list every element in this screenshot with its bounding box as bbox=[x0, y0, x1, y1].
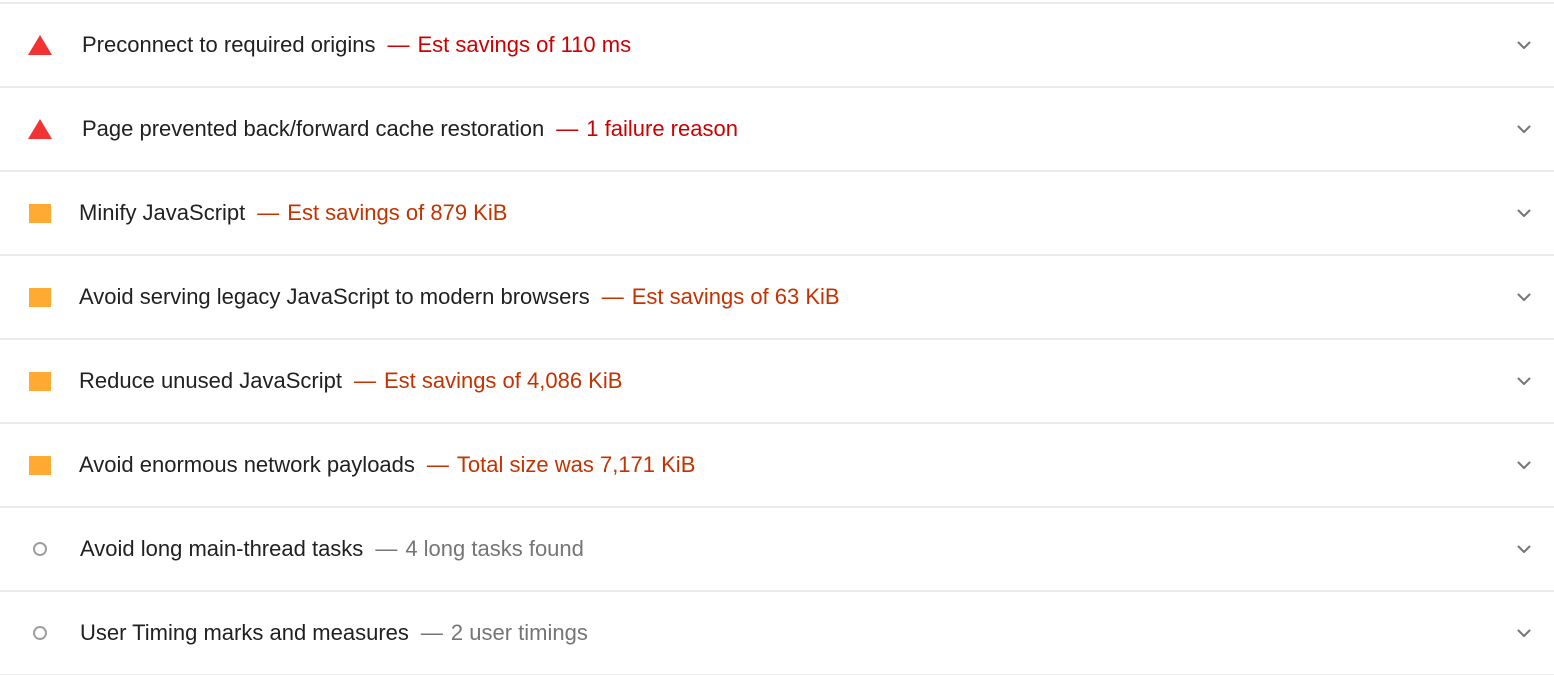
audit-row-minify-js[interactable]: Minify JavaScript — Est savings of 879 KiB bbox=[0, 172, 1554, 256]
audit-row-network-payloads[interactable]: Avoid enormous network payloads — Total si… bbox=[0, 424, 1554, 508]
audit-title-wrap: Page prevented back/forward cache restor… bbox=[82, 114, 738, 144]
chevron-down-icon[interactable] bbox=[1516, 625, 1532, 641]
audit-display-value: 1 failure reason bbox=[586, 116, 738, 141]
audit-title: Preconnect to required origins bbox=[82, 32, 376, 57]
chevron-down-icon[interactable] bbox=[1516, 457, 1532, 473]
audit-separator: — bbox=[601, 284, 624, 309]
audit-separator: — bbox=[353, 368, 376, 393]
average-square-icon bbox=[28, 201, 52, 225]
audit-title-wrap: Avoid serving legacy JavaScript to moder… bbox=[79, 282, 840, 312]
chevron-down-icon[interactable] bbox=[1516, 37, 1532, 53]
chevron-down-icon[interactable] bbox=[1516, 289, 1532, 305]
audit-display-value: 4 long tasks found bbox=[405, 536, 584, 561]
audit-row-legacy-js[interactable]: Avoid serving legacy JavaScript to moder… bbox=[0, 256, 1554, 340]
average-square-icon bbox=[28, 285, 52, 309]
audit-title: Avoid enormous network payloads bbox=[79, 452, 415, 477]
audit-list: Preconnect to required origins — Est savin… bbox=[0, 0, 1554, 675]
audit-separator: — bbox=[257, 200, 280, 225]
chevron-down-icon[interactable] bbox=[1516, 121, 1532, 137]
audit-row-long-tasks[interactable]: Avoid long main-thread tasks — 4 long task… bbox=[0, 508, 1554, 592]
audit-title-wrap: Avoid enormous network payloads — Total si… bbox=[79, 450, 695, 480]
audit-title: User Timing marks and measures bbox=[80, 620, 409, 645]
audit-separator: — bbox=[420, 620, 443, 645]
informative-circle-icon bbox=[28, 537, 52, 561]
fail-triangle-icon bbox=[28, 117, 52, 141]
audit-title-wrap: Minify JavaScript — Est savings of 879 KiB bbox=[79, 198, 507, 228]
audit-title: Avoid long main-thread tasks bbox=[80, 536, 364, 561]
audit-row-bfcache[interactable]: Page prevented back/forward cache restor… bbox=[0, 88, 1554, 172]
audit-separator: — bbox=[556, 116, 579, 141]
audit-row-preconnect[interactable]: Preconnect to required origins — Est savin… bbox=[0, 4, 1554, 88]
audit-display-value: Total size was 7,171 KiB bbox=[456, 452, 696, 477]
audit-display-value: Est savings of 63 KiB bbox=[631, 284, 840, 309]
audit-display-value: 2 user timings bbox=[450, 620, 588, 645]
audit-title-wrap: Avoid long main-thread tasks — 4 long task… bbox=[80, 534, 584, 564]
audit-display-value: Est savings of 4,086 KiB bbox=[383, 368, 623, 393]
audit-separator: — bbox=[387, 32, 410, 57]
audit-title-wrap: Preconnect to required origins — Est savin… bbox=[82, 30, 631, 60]
audit-separator: — bbox=[426, 452, 449, 477]
audit-title-wrap: Reduce unused JavaScript — Est savings of … bbox=[79, 366, 622, 396]
audit-title: Avoid serving legacy JavaScript to moder… bbox=[79, 284, 590, 309]
audit-display-value: Est savings of 110 ms bbox=[417, 32, 632, 57]
audit-title: Reduce unused JavaScript bbox=[79, 368, 342, 393]
audit-title-wrap: User Timing marks and measures — 2 user ti… bbox=[80, 618, 588, 648]
chevron-down-icon[interactable] bbox=[1516, 373, 1532, 389]
fail-triangle-icon bbox=[28, 33, 52, 57]
average-square-icon bbox=[28, 369, 52, 393]
audit-row-unused-js[interactable]: Reduce unused JavaScript — Est savings of … bbox=[0, 340, 1554, 424]
chevron-down-icon[interactable] bbox=[1516, 205, 1532, 221]
chevron-down-icon[interactable] bbox=[1516, 541, 1532, 557]
informative-circle-icon bbox=[28, 621, 52, 645]
audit-display-value: Est savings of 879 KiB bbox=[287, 200, 508, 225]
audit-row-user-timings[interactable]: User Timing marks and measures — 2 user ti… bbox=[0, 592, 1554, 675]
average-square-icon bbox=[28, 453, 52, 477]
audit-title: Minify JavaScript bbox=[79, 200, 246, 225]
audit-title: Page prevented back/forward cache restor… bbox=[82, 116, 545, 141]
audit-separator: — bbox=[375, 536, 398, 561]
